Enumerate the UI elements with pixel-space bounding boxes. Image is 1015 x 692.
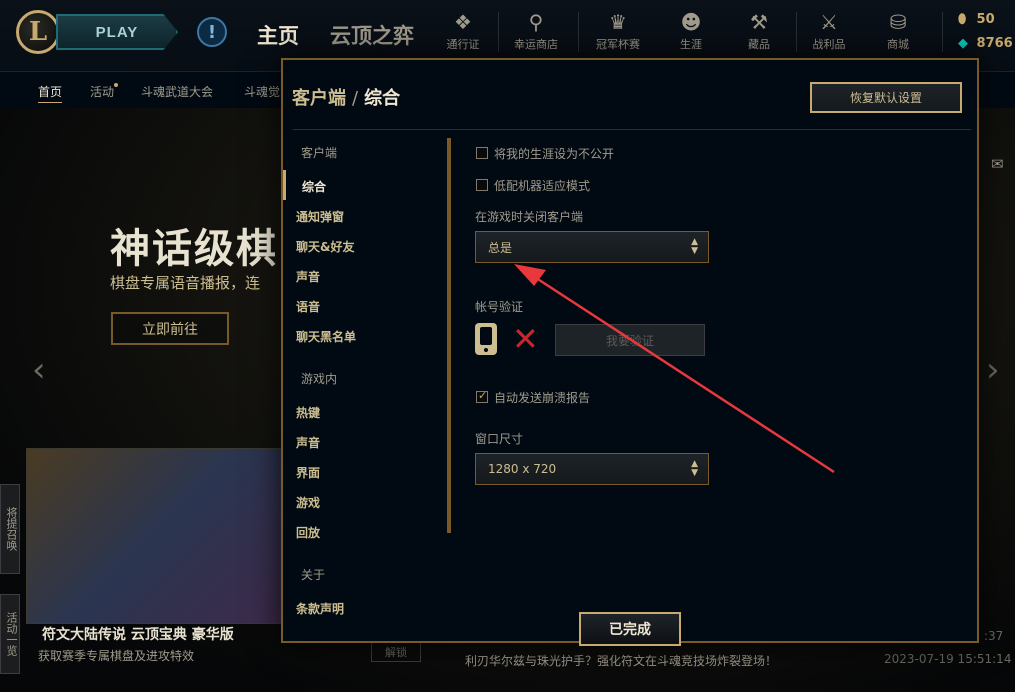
be-value: 8766 xyxy=(976,36,1013,51)
play-button[interactable]: PLAY xyxy=(56,14,178,50)
snav-active-indicator xyxy=(283,170,286,200)
snav-item-notifications[interactable]: 通知弹窗 xyxy=(296,208,344,225)
news-time-partial: :37 xyxy=(984,629,1004,643)
private-career-checkbox[interactable] xyxy=(476,147,488,159)
phone-icon xyxy=(475,323,497,355)
hero-go-button[interactable]: 立即前往 xyxy=(111,312,229,345)
side-tab-summon[interactable]: 将提召唤 xyxy=(0,484,20,574)
tab-home[interactable]: 主页 xyxy=(257,20,299,50)
news-headline[interactable]: 利刃华尔兹与珠光护手？强化符文在斗魂竞技场炸裂登场！ xyxy=(465,652,777,669)
mail-icon[interactable]: ✉ xyxy=(991,155,1004,173)
snav-item-blocklist[interactable]: 聊天黑名单 xyxy=(296,328,356,345)
account-verify-label: 帐号验证 xyxy=(475,300,524,314)
low-spec-checkbox[interactable] xyxy=(476,179,488,191)
blue-essence-icon: ◆ xyxy=(958,36,968,51)
close-client-label: 在游戏时关闭客户端 xyxy=(475,210,584,224)
be-balance[interactable]: ◆ 8766 xyxy=(958,36,1013,51)
nav-store[interactable]: ⛁ 商城 xyxy=(866,8,930,58)
rp-value: 50 xyxy=(976,12,995,27)
unverified-x-icon: ✕ xyxy=(512,320,539,358)
snav-header-about: 关于 xyxy=(301,568,326,582)
snav-item-hotkeys[interactable]: 热键 xyxy=(296,404,320,421)
nav-label: 通行证 xyxy=(446,38,480,51)
promo-card-image[interactable] xyxy=(26,448,284,624)
side-tab-events[interactable]: 活动一览 xyxy=(0,594,20,674)
settings-modal: 客户端 / 综合 恢复默认设置 客户端 综合 通知弹窗 聊天&好友 声音 语音 聊天… xyxy=(281,58,979,643)
window-size-label: 窗口尺寸 xyxy=(475,432,524,446)
snav-item-ingame-sound[interactable]: 声音 xyxy=(296,434,320,451)
private-career-label[interactable]: 将我的生涯设为不公开 xyxy=(494,145,614,162)
carousel-prev-icon[interactable]: ‹ xyxy=(32,350,46,390)
nav-label: 幸运商店 xyxy=(514,38,558,51)
trophy-icon: ♛ xyxy=(609,10,627,34)
snav-item-voice[interactable]: 语音 xyxy=(296,298,320,315)
window-size-dropdown[interactable]: 1280 x 720 ▲ ▼ xyxy=(475,453,709,485)
snav-item-sound[interactable]: 声音 xyxy=(296,268,320,285)
nav-label: 战利品 xyxy=(812,38,846,51)
breadcrumb-separator: / xyxy=(352,88,359,109)
subnav-events[interactable]: 活动 xyxy=(90,83,119,100)
nav-pass[interactable]: ❖ 通行证 xyxy=(431,8,495,58)
hero-title: 神话级棋 xyxy=(110,226,278,272)
news-date: 2023-07-19 15:51:14 xyxy=(884,652,1012,666)
promo-subtitle: 获取赛季专属棋盘及进攻特效 xyxy=(38,649,195,663)
window-size-value: 1280 x 720 xyxy=(488,462,557,476)
rp-balance[interactable]: ⬮ 50 xyxy=(958,12,995,27)
settings-nav-scrollbar[interactable] xyxy=(447,138,451,533)
nav-label: 藏品 xyxy=(748,38,770,51)
auto-crash-report-label[interactable]: 自动发送崩溃报告 xyxy=(494,389,590,406)
snav-header-client: 客户端 xyxy=(301,146,338,160)
nav-divider xyxy=(578,12,579,52)
subnav-tournament[interactable]: 斗魂武道大会 xyxy=(141,83,213,100)
new-dot-icon xyxy=(114,83,119,87)
nav-divider xyxy=(498,12,499,52)
close-client-value: 总是 xyxy=(488,240,513,255)
restore-defaults-button[interactable]: 恢复默认设置 xyxy=(810,82,962,113)
low-spec-label[interactable]: 低配机器适应模式 xyxy=(494,177,590,194)
unlock-button[interactable]: 解锁 xyxy=(371,642,421,662)
nav-profile[interactable]: ☻ 生涯 xyxy=(659,8,723,58)
breadcrumb-current: 综合 xyxy=(364,88,401,109)
close-client-dropdown[interactable]: 总是 ▲ ▼ xyxy=(475,231,709,263)
nav-lucky-shop[interactable]: ⚲ 幸运商店 xyxy=(504,8,568,58)
updown-caret-icon: ▲ ▼ xyxy=(691,237,698,256)
nav-trophy[interactable]: ♛ 冠军杯赛 xyxy=(586,8,650,58)
verify-button[interactable]: 我要验证 xyxy=(555,324,705,356)
hero-subtitle: 棋盘专属语音播报，连 xyxy=(110,274,261,292)
auto-crash-report-checkbox[interactable] xyxy=(476,389,488,403)
promo-title: 符文大陆传说 云顶宝典 豪华版 xyxy=(42,627,234,643)
snav-item-game[interactable]: 游戏 xyxy=(296,494,320,511)
nav-divider xyxy=(942,12,943,52)
subnav-events-label: 活动 xyxy=(90,85,115,99)
nav-label: 生涯 xyxy=(680,38,702,51)
snav-item-chat-friends[interactable]: 聊天&好友 xyxy=(296,238,354,255)
rp-coin-icon: ⬮ xyxy=(958,12,967,27)
carousel-next-icon[interactable]: › xyxy=(986,350,1000,390)
pass-icon: ❖ xyxy=(454,10,472,34)
modal-divider xyxy=(293,129,971,130)
subnav-home[interactable]: 首页 xyxy=(38,83,63,103)
subnav-arena[interactable]: 斗魂觉 xyxy=(244,83,280,100)
nav-loot[interactable]: ⚔ 战利品 xyxy=(797,8,861,58)
nav-label: 商城 xyxy=(887,38,909,51)
snav-item-interface[interactable]: 界面 xyxy=(296,464,320,481)
updown-caret-icon: ▲ ▼ xyxy=(691,459,698,478)
snav-header-ingame: 游戏内 xyxy=(301,372,338,386)
snav-item-general[interactable]: 综合 xyxy=(302,178,326,195)
tab-tft[interactable]: 云顶之弈 xyxy=(330,20,414,50)
alert-icon[interactable]: ! xyxy=(197,17,227,47)
profile-icon: ☻ xyxy=(680,10,702,34)
store-icon: ⛁ xyxy=(889,10,907,34)
snav-item-replay[interactable]: 回放 xyxy=(296,524,320,541)
nav-label: 冠军杯赛 xyxy=(596,38,640,51)
nav-collection[interactable]: ⚒ 藏品 xyxy=(727,8,791,58)
breadcrumb: 客户端 / 综合 xyxy=(292,84,400,110)
league-logo-icon[interactable]: L xyxy=(16,10,60,54)
snav-item-terms[interactable]: 条款声明 xyxy=(296,600,344,617)
breadcrumb-parent[interactable]: 客户端 xyxy=(292,88,346,109)
collection-icon: ⚒ xyxy=(750,10,768,34)
done-button[interactable]: 已完成 xyxy=(579,612,681,646)
lucky-shop-icon: ⚲ xyxy=(528,10,544,34)
loot-icon: ⚔ xyxy=(820,10,838,34)
